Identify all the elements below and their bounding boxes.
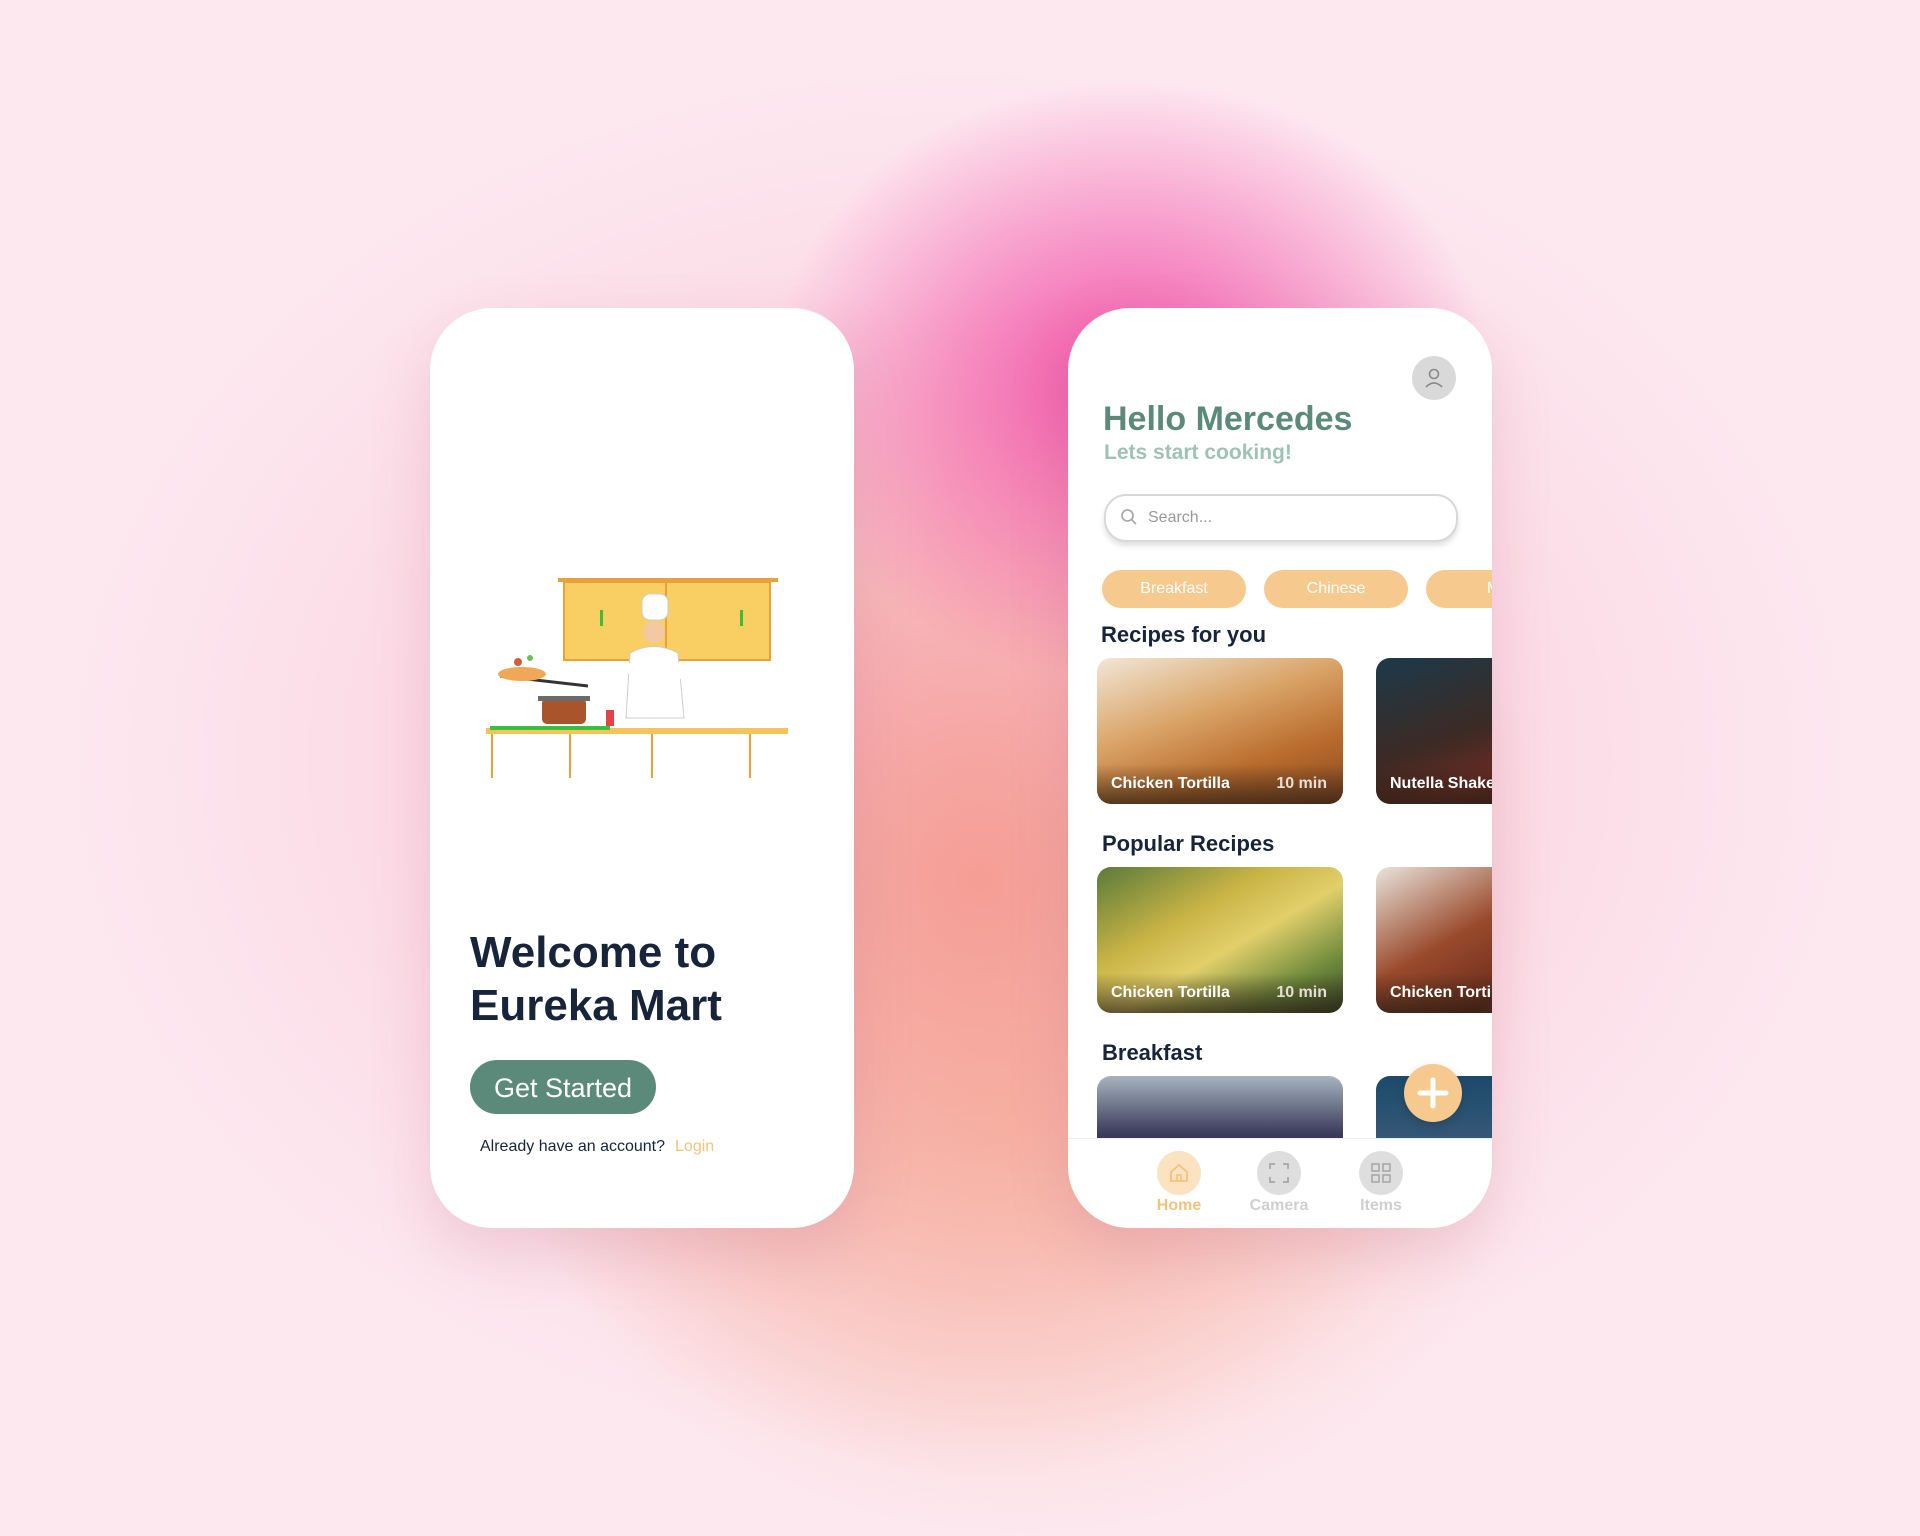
add-recipe-button[interactable]: [1404, 1064, 1462, 1122]
bottom-navigation: Home Camera Items: [1068, 1138, 1492, 1228]
recipe-name: Chicken Tortilla: [1111, 984, 1230, 1001]
category-chip-breakfast[interactable]: Breakfast: [1102, 570, 1246, 608]
recipe-name: Nutella Shake: [1390, 775, 1492, 792]
chef-cooking-illustration: [486, 578, 788, 778]
section-title-recipes-for-you: Recipes for you: [1101, 622, 1267, 647]
category-chip-chinese[interactable]: Chinese: [1264, 570, 1408, 608]
get-started-button[interactable]: Get Started: [470, 1060, 656, 1114]
category-chip-more[interactable]: Me: [1426, 570, 1492, 608]
camera-icon: [1269, 1163, 1289, 1183]
profile-avatar[interactable]: [1412, 356, 1456, 400]
recipe-card[interactable]: Chicken Tortilla 10 min: [1097, 658, 1343, 804]
nav-item-items[interactable]: Items: [1336, 1151, 1426, 1215]
search-bar[interactable]: [1104, 494, 1458, 542]
nav-label-camera: Camera: [1249, 1197, 1309, 1214]
nav-item-camera[interactable]: Camera: [1234, 1151, 1324, 1215]
home-screen: Hello Mercedes Lets start cooking! Break…: [1068, 308, 1492, 1228]
login-prompt: Already have an account? Login: [480, 1138, 714, 1156]
greeting-subtitle: Lets start cooking!: [1104, 441, 1292, 464]
recipe-time: 10 min: [1276, 984, 1327, 1001]
grid-icon: [1371, 1163, 1391, 1183]
user-icon: [1425, 368, 1443, 388]
category-chips: Breakfast Chinese Me: [1102, 570, 1492, 608]
greeting-title: Hello Mercedes: [1103, 400, 1353, 438]
nav-label-home: Home: [1156, 1197, 1202, 1214]
welcome-screen: Welcome to Eureka Mart Get Started Alrea…: [430, 308, 854, 1228]
recipe-card[interactable]: Chicken Tortilla 10 min: [1097, 867, 1343, 1013]
plus-icon: [1417, 1077, 1449, 1109]
login-link[interactable]: Login: [675, 1138, 714, 1155]
home-icon: [1170, 1163, 1188, 1182]
welcome-title: Welcome to Eureka Mart: [470, 928, 722, 1030]
nav-label-items: Items: [1360, 1197, 1402, 1214]
grid-icon-wrap: [1359, 1151, 1403, 1195]
section-title-breakfast: Breakfast: [1102, 1040, 1203, 1065]
home-icon-wrap: [1157, 1151, 1201, 1195]
section-title-popular-recipes: Popular Recipes: [1102, 831, 1275, 856]
recipe-name: Chicken Tortilla: [1111, 775, 1230, 792]
recipe-card[interactable]: Nutella Shake: [1376, 658, 1492, 804]
recipe-card[interactable]: Chicken Tortilla: [1376, 867, 1492, 1013]
account-prompt-text: Already have an account?: [480, 1138, 666, 1155]
search-input[interactable]: [1146, 504, 1440, 532]
recipe-name: Chicken Tortilla: [1390, 984, 1492, 1001]
background-glow: [0, 0, 1920, 1536]
recipe-time: 10 min: [1276, 775, 1327, 792]
search-icon: [1121, 509, 1137, 525]
nav-item-home[interactable]: Home: [1134, 1151, 1224, 1215]
camera-icon-wrap: [1257, 1151, 1301, 1195]
